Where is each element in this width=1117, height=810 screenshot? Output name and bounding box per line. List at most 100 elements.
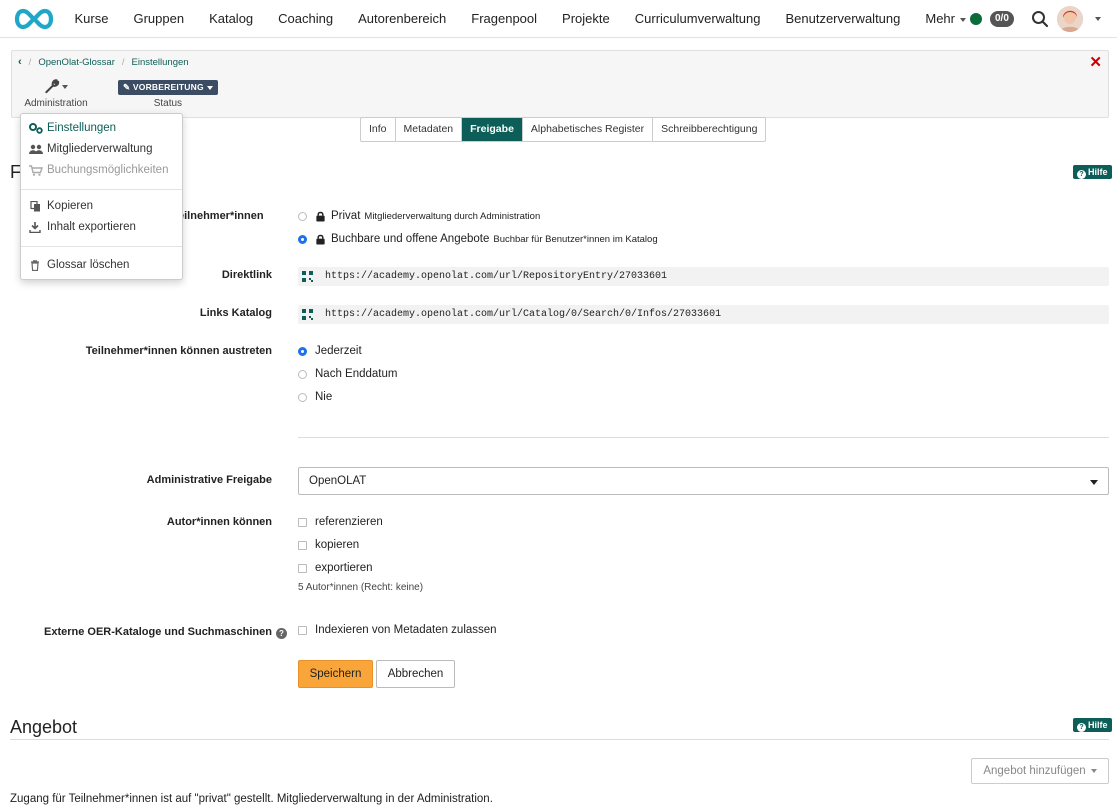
back-icon[interactable]: ‹ (18, 56, 22, 68)
authors-label: Autor*innen können (166, 516, 272, 528)
access-label: eilnehmer*innen (178, 210, 264, 222)
toolbar-panel: ‹ / OpenOlat-Glossar / Einstellungen ✕ A… (11, 50, 1109, 118)
status-tool: ✎ VORBEREITUNG Status (118, 80, 218, 109)
cancel-button[interactable]: Abbrechen (376, 660, 455, 688)
help-button[interactable]: ? Hilfe (1073, 718, 1112, 732)
nav-projekte[interactable]: Projekte (550, 0, 623, 38)
avatar[interactable] (1057, 6, 1083, 32)
links-katalog-value: https://academy.openolat.com/url/Catalog… (325, 309, 722, 320)
tab-bar: Info Metadaten Freigabe Alphabetisches R… (360, 117, 767, 142)
radio-button[interactable] (298, 369, 307, 379)
chevron-down-icon[interactable] (1095, 17, 1101, 21)
close-icon[interactable]: ✕ (1089, 53, 1102, 71)
checkbox[interactable] (298, 540, 307, 550)
leave-option-label: Nie (315, 391, 333, 403)
access-option-angebote[interactable]: Buchbare und offene Angebote Buchbar für… (298, 233, 658, 245)
online-status-icon[interactable] (970, 13, 982, 25)
checkbox[interactable] (298, 563, 307, 573)
menu-item-label: Mitgliederverwaltung (47, 143, 153, 155)
nav-benutzerverwaltung[interactable]: Benutzerverwaltung (773, 0, 913, 38)
openolat-logo-icon[interactable] (11, 7, 57, 31)
access-option-angebote-label: Buchbare und offene Angebote (331, 233, 490, 245)
copy-icon (30, 200, 40, 211)
menu-item-buchungsmoeglichkeiten: Buchungsmöglichkeiten (29, 164, 168, 176)
status-button[interactable]: ✎ VORBEREITUNG (118, 80, 218, 95)
authors-option-referenzieren[interactable]: referenzieren (298, 516, 383, 528)
tab-metadaten[interactable]: Metadaten (396, 118, 463, 141)
nav-kurse[interactable]: Kurse (62, 0, 121, 38)
chevron-down-icon (1090, 480, 1098, 485)
menu-item-label: Buchungsmöglichkeiten (47, 164, 169, 176)
tab-info[interactable]: Info (361, 118, 396, 141)
menu-item-label: Inhalt exportieren (47, 221, 136, 233)
question-icon: ? (1077, 170, 1086, 179)
nav-mehr[interactable]: Mehr (913, 0, 979, 38)
download-icon (29, 221, 41, 233)
radio-button[interactable] (298, 392, 307, 402)
trash-icon (31, 259, 39, 271)
nav-katalog[interactable]: Katalog (197, 0, 266, 38)
cart-icon (29, 164, 43, 176)
direktlink-label: Direktlink (221, 269, 272, 281)
radio-button[interactable] (298, 211, 307, 221)
nav-curriculumverwaltung[interactable]: Curriculumverwaltung (622, 0, 773, 38)
links-katalog-field[interactable]: https://academy.openolat.com/url/Catalog… (298, 305, 1109, 324)
avatar-image-icon (1057, 6, 1083, 32)
help-button[interactable]: ? Hilfe (1073, 165, 1112, 179)
authors-option-kopieren[interactable]: kopieren (298, 539, 359, 551)
radio-button-selected[interactable] (298, 346, 307, 356)
counter-badge[interactable]: 0/0 (990, 11, 1014, 27)
breadcrumb: ‹ / OpenOlat-Glossar / Einstellungen (18, 56, 189, 68)
menu-item-label: Kopieren (47, 200, 94, 212)
breadcrumb-item-einstellungen[interactable]: Einstellungen (132, 57, 189, 68)
leave-option-nie[interactable]: Nie (298, 391, 332, 403)
nav-coaching[interactable]: Coaching (266, 0, 346, 38)
tab-alphabetisches-register[interactable]: Alphabetisches Register (523, 118, 654, 141)
add-offer-button[interactable]: Angebot hinzufügen (971, 758, 1109, 784)
administration-menu-button[interactable]: Administration (24, 79, 88, 109)
authors-option-exportieren[interactable]: exportieren (298, 562, 373, 574)
leave-label: Teilnehmer*innen können austreten (85, 345, 272, 357)
menu-item-kopieren[interactable]: Kopieren (29, 200, 93, 212)
leave-option-jederzeit[interactable]: Jederzeit (298, 345, 362, 357)
divider (298, 437, 1109, 438)
qr-code-icon[interactable] (302, 309, 313, 320)
authors-option-label: referenzieren (315, 516, 383, 528)
checkbox[interactable] (298, 517, 307, 527)
authors-option-label: exportieren (315, 562, 373, 574)
tab-freigabe[interactable]: Freigabe (462, 118, 523, 141)
menu-item-glossar-loeschen[interactable]: Glossar löschen (29, 259, 129, 271)
chevron-down-icon (960, 17, 966, 22)
oer-label-text: Externe OER-Kataloge und Suchmaschinen (44, 626, 272, 638)
angebot-title: Angebot (10, 717, 78, 737)
status-value: VORBEREITUNG (132, 82, 204, 92)
angebot-info-text: Zugang für Teilnehmer*innen ist auf "pri… (10, 793, 493, 805)
admin-release-select[interactable]: OpenOLAT (298, 467, 1109, 495)
search-icon[interactable] (1031, 10, 1049, 28)
direktlink-field[interactable]: https://academy.openolat.com/url/Reposit… (298, 267, 1109, 286)
nav-autorenbereich[interactable]: Autorenbereich (346, 0, 459, 38)
save-button[interactable]: Speichern (298, 660, 373, 688)
admin-release-value: OpenOLAT (309, 475, 367, 487)
lock-icon (316, 234, 325, 245)
menu-item-einstellungen[interactable]: Einstellungen (29, 122, 116, 134)
question-icon: ? (1077, 723, 1086, 732)
checkbox[interactable] (298, 625, 307, 635)
leave-option-label: Jederzeit (315, 345, 362, 357)
nav-gruppen[interactable]: Gruppen (121, 0, 197, 38)
radio-button-selected[interactable] (298, 234, 307, 244)
menu-item-inhalt-exportieren[interactable]: Inhalt exportieren (29, 221, 136, 233)
leave-option-nach-enddatum[interactable]: Nach Enddatum (298, 368, 397, 380)
tab-schreibberechtigung[interactable]: Schreibberechtigung (653, 118, 765, 141)
menu-item-mitgliederverwaltung[interactable]: Mitgliederverwaltung (29, 143, 152, 155)
chevron-down-icon (1090, 768, 1097, 773)
help-icon[interactable]: ? (276, 628, 287, 639)
menu-divider (21, 189, 182, 190)
links-katalog-label: Links Katalog (199, 307, 272, 319)
access-option-privat[interactable]: Privat Mitgliederverwaltung durch Admini… (298, 210, 540, 222)
qr-code-icon[interactable] (302, 271, 313, 282)
breadcrumb-item-glossar[interactable]: OpenOlat-Glossar (38, 57, 115, 68)
oer-option[interactable]: Indexieren von Metadaten zulassen (298, 624, 497, 636)
gears-icon (29, 122, 43, 134)
nav-fragenpool[interactable]: Fragenpool (459, 0, 550, 38)
